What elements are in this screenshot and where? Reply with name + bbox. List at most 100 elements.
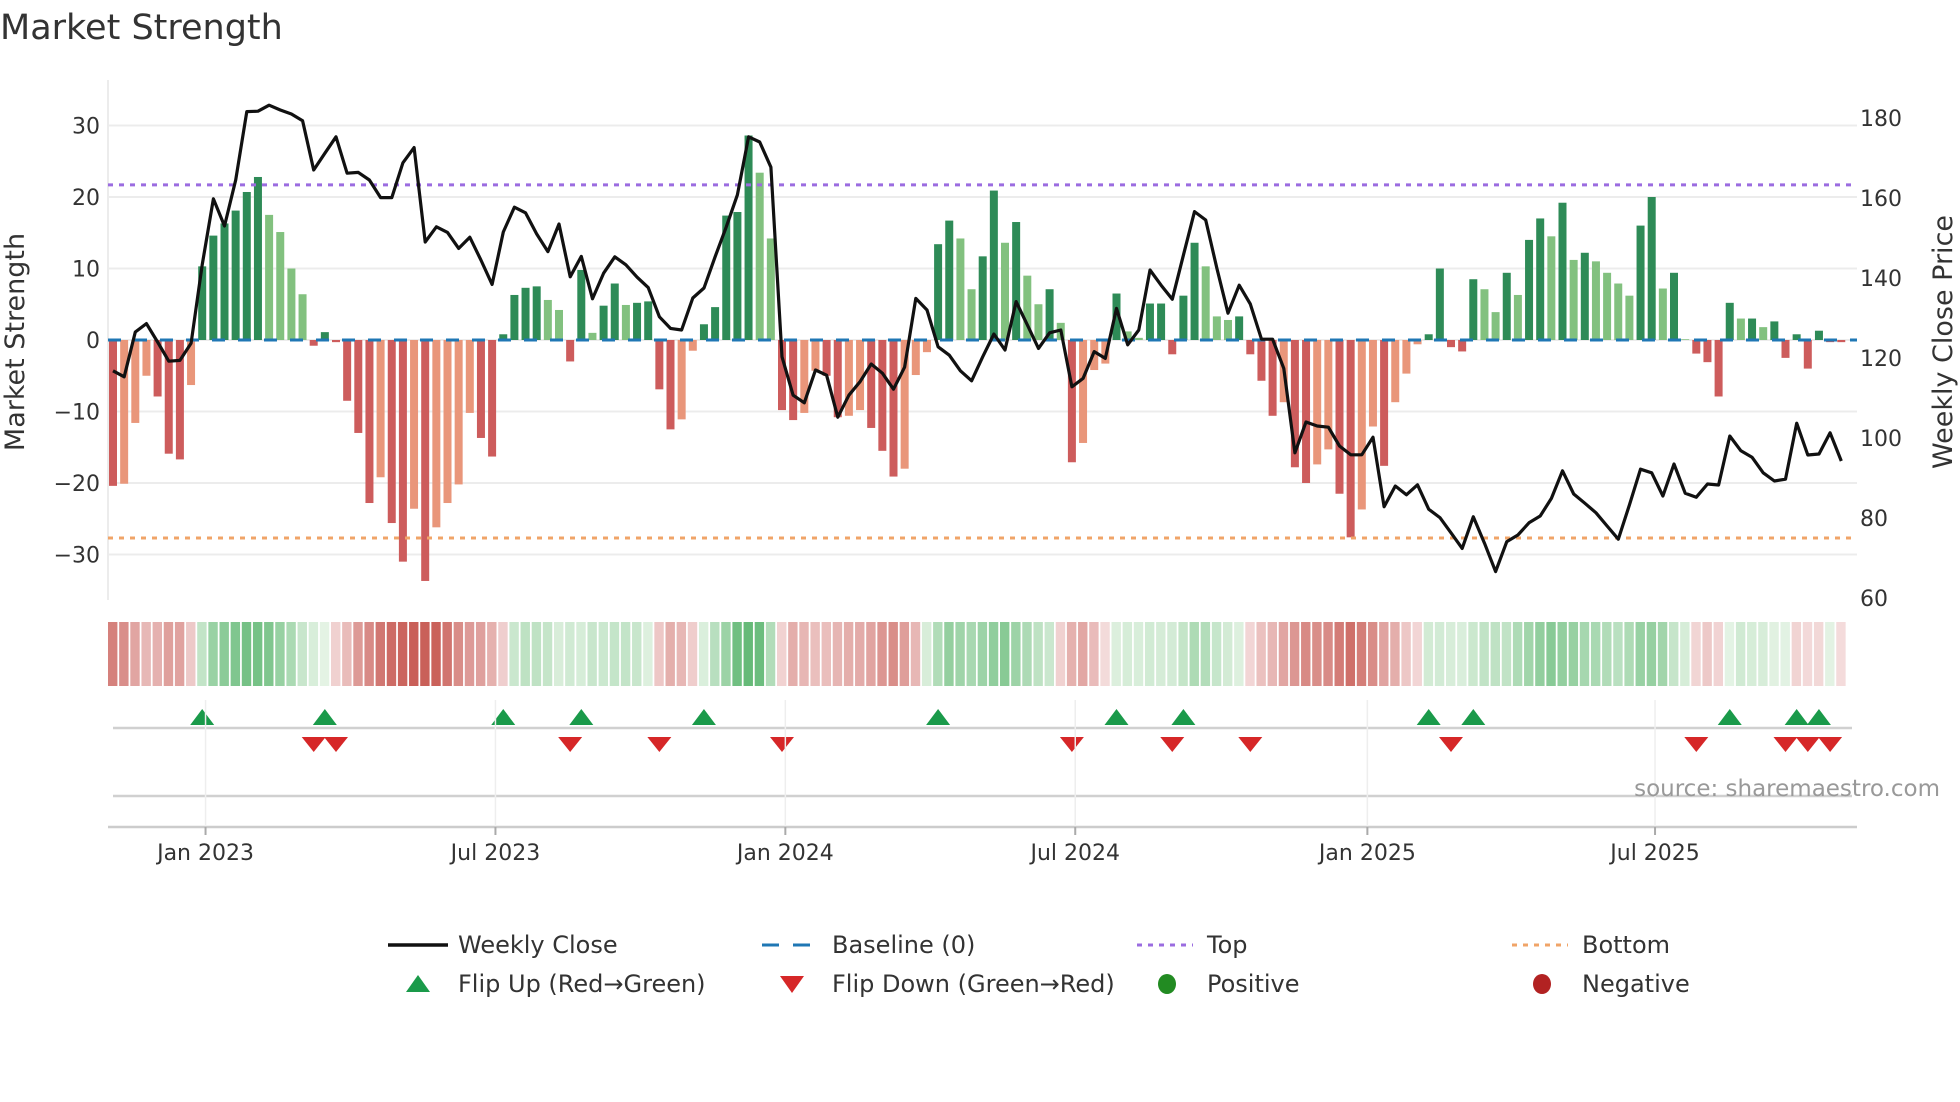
x-tick-label: Jan 2023 bbox=[155, 841, 254, 866]
y2-tick-label: 120 bbox=[1860, 347, 1902, 372]
strength-bars bbox=[109, 135, 1846, 581]
strength-bar bbox=[599, 305, 608, 340]
flip-down-marker bbox=[1684, 737, 1709, 752]
heatmap-cell bbox=[464, 622, 475, 686]
heatmap-cell bbox=[1100, 622, 1110, 686]
heatmap-cell bbox=[152, 622, 162, 686]
strength-bar bbox=[1636, 225, 1645, 340]
strength-bar bbox=[1235, 316, 1244, 340]
heatmap-cell bbox=[1211, 622, 1222, 686]
heatmap-cell bbox=[1669, 622, 1679, 686]
strength-bar bbox=[298, 294, 307, 340]
heatmap-cell bbox=[1535, 622, 1545, 686]
strength-bar bbox=[989, 190, 998, 340]
legend-item: Weekly Close bbox=[388, 931, 618, 959]
heatmap-cell bbox=[1702, 622, 1712, 686]
heatmap-cell bbox=[1657, 622, 1668, 686]
heatmap-cell bbox=[1813, 622, 1824, 686]
strength-bar bbox=[1814, 330, 1823, 340]
heatmap-cell bbox=[743, 622, 753, 686]
legend: Weekly Close Baseline (0) Top Bottom Flip Up… bbox=[388, 931, 1690, 998]
strength-bar bbox=[1525, 239, 1534, 340]
y2-tick-label: 180 bbox=[1860, 107, 1902, 132]
strength-bar bbox=[1190, 242, 1199, 340]
legend-label: Bottom bbox=[1582, 931, 1670, 959]
heatmap-cell bbox=[977, 622, 988, 686]
heatmap-cell bbox=[721, 622, 731, 686]
heatmap-cell bbox=[1367, 622, 1378, 686]
strength-bar bbox=[1357, 340, 1366, 510]
strength-bar bbox=[1001, 242, 1009, 340]
heatmap-cell bbox=[1512, 622, 1523, 686]
y-tick-label: −30 bbox=[54, 544, 100, 569]
strength-bar bbox=[610, 283, 619, 340]
strength-bar bbox=[387, 340, 396, 524]
strength-bar bbox=[934, 244, 943, 340]
heatmap-cell bbox=[1758, 622, 1768, 686]
flip-up-marker bbox=[190, 709, 215, 725]
heatmap-cell bbox=[531, 622, 542, 686]
heatmap-cell bbox=[1446, 622, 1456, 686]
strength-bar bbox=[1402, 340, 1411, 374]
x-tick-label: Jul 2024 bbox=[1028, 841, 1120, 866]
flip-down-marker bbox=[558, 737, 583, 752]
heatmap-cell bbox=[832, 622, 843, 686]
flip-down-marker bbox=[1160, 737, 1185, 752]
legend-label: Baseline (0) bbox=[832, 931, 975, 959]
strength-bar bbox=[566, 340, 575, 362]
strength-bar bbox=[521, 287, 530, 340]
heatmap-cell bbox=[1156, 622, 1166, 686]
heatmap-cell bbox=[1401, 622, 1411, 686]
strength-bar bbox=[410, 340, 419, 509]
heatmap-cell bbox=[754, 622, 765, 686]
strength-bar bbox=[276, 232, 285, 340]
flip-up-marker bbox=[1806, 709, 1831, 725]
strength-bar bbox=[1837, 340, 1846, 343]
strength-bar bbox=[844, 340, 853, 416]
strength-bar bbox=[1034, 304, 1043, 340]
strength-bar bbox=[1603, 272, 1612, 340]
heatmap-cell bbox=[921, 622, 932, 686]
heatmap-cell bbox=[1178, 622, 1188, 686]
strength-bar bbox=[755, 172, 764, 340]
y-tick-label: −20 bbox=[54, 472, 100, 497]
heatmap-cell bbox=[877, 622, 887, 686]
strength-bar bbox=[109, 340, 117, 486]
y-tick-label: 0 bbox=[86, 329, 100, 354]
heatmap-cell bbox=[241, 622, 252, 686]
strength-bar bbox=[1157, 303, 1166, 340]
heatmap-cell bbox=[988, 622, 999, 686]
flip-up-marker bbox=[926, 709, 951, 725]
flip-down-marker bbox=[1818, 737, 1843, 752]
strength-bar bbox=[1647, 197, 1656, 340]
flip-up-marker bbox=[1104, 709, 1129, 725]
heatmap-cell bbox=[1557, 622, 1567, 686]
heatmap-cell bbox=[1390, 622, 1400, 686]
strength-bar bbox=[1569, 259, 1578, 340]
heatmap-cell bbox=[1713, 622, 1723, 686]
heatmap-cell bbox=[475, 622, 486, 686]
heatmap-cell bbox=[1379, 622, 1389, 686]
strength-bar bbox=[354, 340, 363, 433]
heatmap-cell bbox=[275, 622, 285, 686]
heatmap-cell bbox=[1479, 622, 1489, 686]
strength-bar bbox=[688, 340, 697, 351]
y2-tick-label: 140 bbox=[1860, 267, 1902, 292]
heatmap-cell bbox=[933, 622, 943, 686]
strength-bar bbox=[343, 340, 352, 401]
heatmap-cell bbox=[1011, 622, 1021, 686]
flip-down-marker bbox=[1795, 737, 1820, 752]
strength-bar bbox=[577, 269, 586, 340]
heatmap-cell bbox=[1044, 622, 1054, 686]
heatmap-cell bbox=[888, 622, 898, 686]
strength-bar bbox=[889, 340, 898, 477]
heatmap-cell bbox=[364, 622, 374, 686]
strength-bar bbox=[398, 340, 407, 562]
heatmap-cell bbox=[141, 622, 151, 686]
strength-bar bbox=[1714, 340, 1723, 397]
flip-down-marker bbox=[647, 737, 672, 752]
heatmap-cell bbox=[1345, 622, 1356, 686]
heatmap-cell bbox=[1579, 622, 1590, 686]
strength-bar bbox=[1079, 340, 1088, 443]
heatmap-cell bbox=[1356, 622, 1367, 686]
